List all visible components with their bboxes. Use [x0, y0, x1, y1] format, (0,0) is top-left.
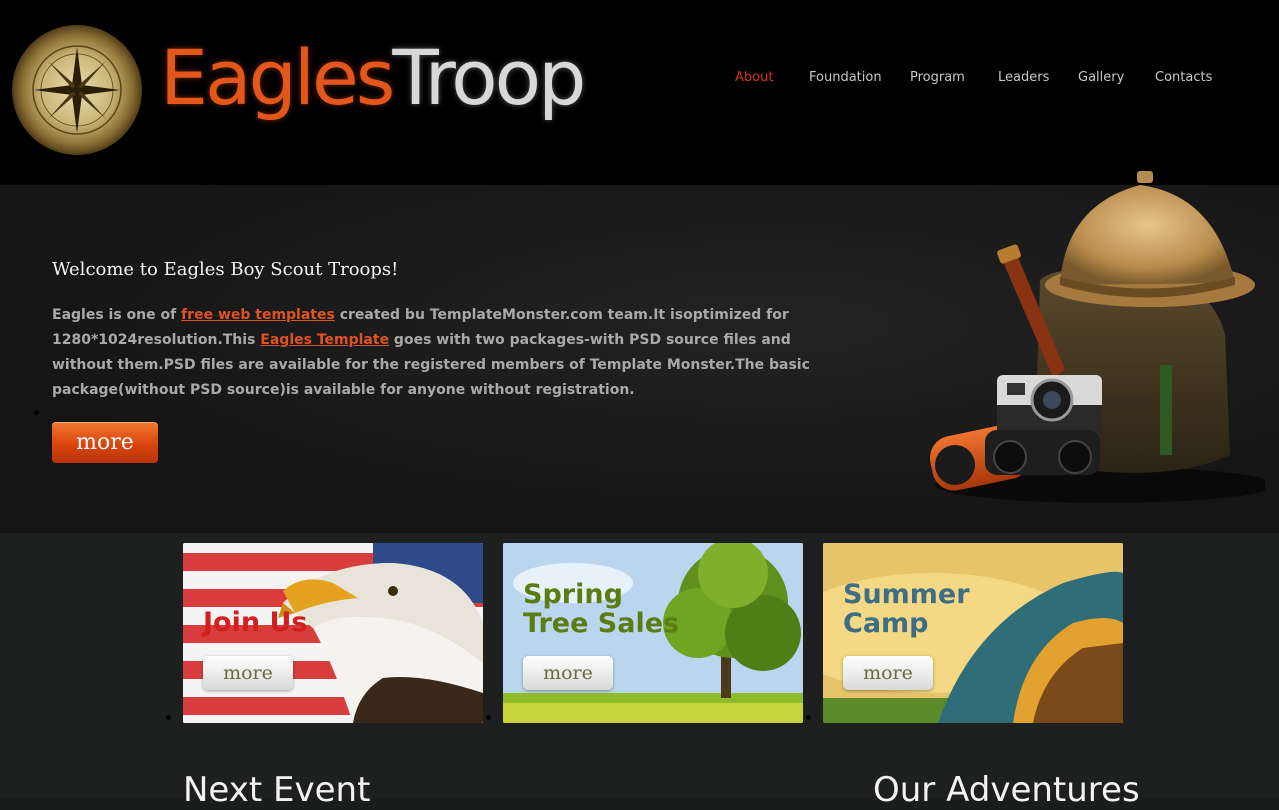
banner-title-line: Tree Sales: [523, 608, 680, 639]
site-header: EaglesTroop About Foundation Program Lea…: [0, 0, 1279, 185]
hero-text: Eagles is one of free web templates crea…: [52, 303, 852, 403]
banner-title-line: Join Us: [203, 607, 308, 638]
bullet-dot: [166, 715, 171, 720]
main-nav: About Foundation Program Leaders Gallery…: [0, 70, 1279, 90]
banner-title: Join Us: [203, 608, 307, 637]
bullet-dot: [34, 410, 39, 415]
bullet-dot: [486, 715, 491, 720]
banner-more-button[interactable]: more: [843, 656, 933, 690]
our-adventures-heading: Our Adventures: [873, 770, 1140, 810]
banner-title-line: Spring: [523, 579, 623, 610]
compass-icon[interactable]: [12, 25, 142, 155]
hero-more-button[interactable]: more: [52, 422, 158, 463]
hero-title: Welcome to Eagles Boy Scout Troops!: [52, 259, 399, 280]
banner-spring-tree-sales[interactable]: Spring Tree Sales more: [503, 543, 803, 723]
hero-text-part: Eagles is one of: [52, 307, 182, 323]
banner-more-button[interactable]: more: [523, 656, 613, 690]
nav-item-contacts[interactable]: Contacts: [1155, 70, 1212, 85]
banner-title: Summer Camp: [843, 580, 970, 638]
nav-item-about[interactable]: About: [735, 70, 773, 85]
banner-title-line: Camp: [843, 608, 929, 639]
banner-join-us[interactable]: Join Us more: [183, 543, 483, 723]
next-event-heading: Next Event: [183, 770, 371, 810]
nav-item-gallery[interactable]: Gallery: [1078, 70, 1124, 85]
eagles-template-link[interactable]: Eagles Template: [260, 332, 389, 348]
banner-title-line: Summer: [843, 579, 970, 610]
banner-more-button[interactable]: more: [203, 656, 293, 690]
banner-summer-camp[interactable]: Summer Camp more: [823, 543, 1123, 723]
nav-item-foundation[interactable]: Foundation: [809, 70, 882, 85]
banner-title: Spring Tree Sales: [523, 580, 679, 638]
scout-gear-image: [915, 165, 1275, 510]
free-web-templates-link[interactable]: free web templates: [181, 307, 335, 323]
bullet-dot: [806, 715, 811, 720]
nav-item-leaders[interactable]: Leaders: [998, 70, 1049, 85]
nav-item-program[interactable]: Program: [910, 70, 965, 85]
